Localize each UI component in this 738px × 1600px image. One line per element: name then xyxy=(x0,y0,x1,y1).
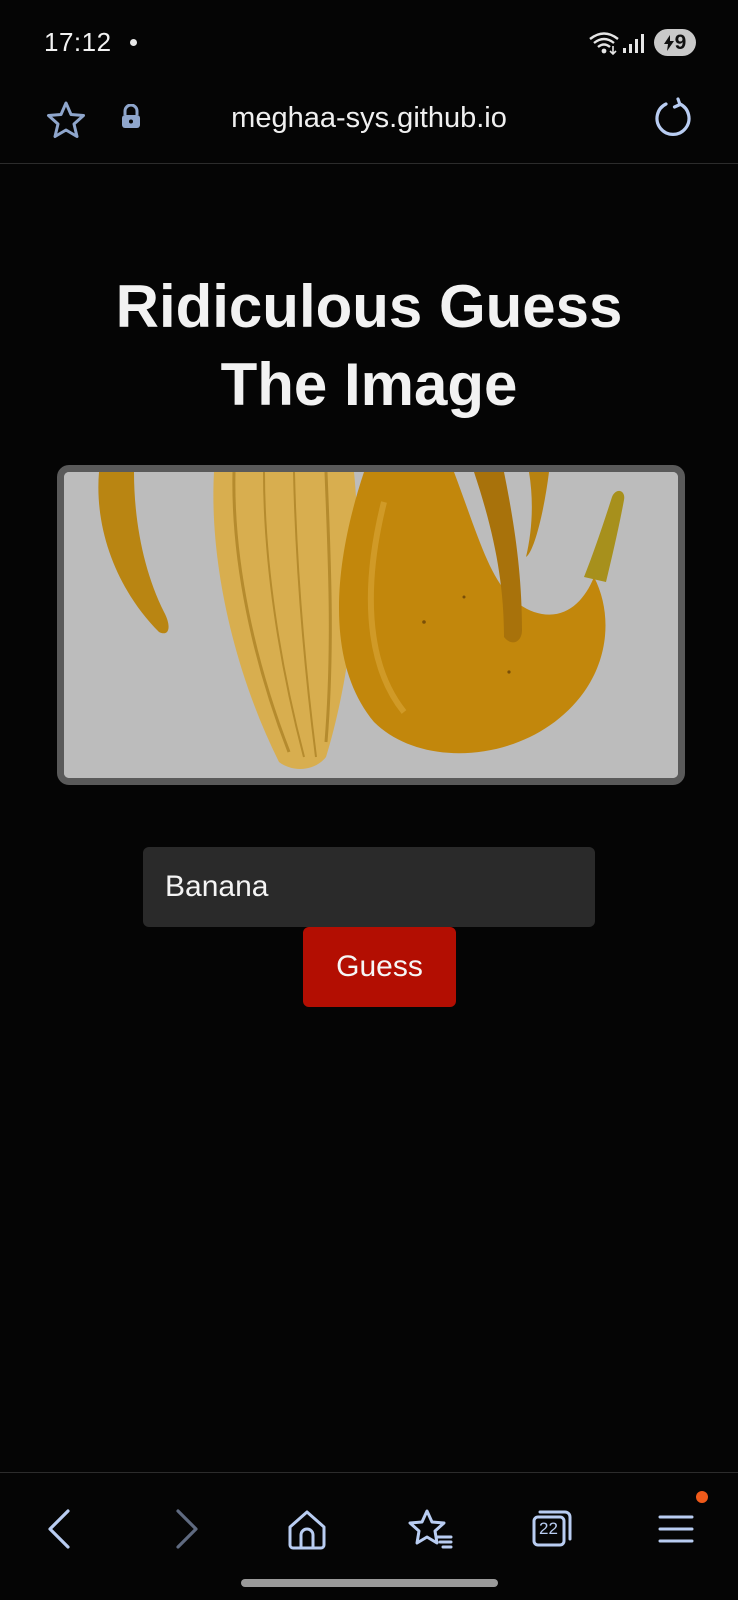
wifi-icon xyxy=(588,30,620,61)
home-icon[interactable] xyxy=(277,1499,337,1559)
page-title: Ridiculous Guess The Image xyxy=(0,268,738,424)
menu-notification-badge xyxy=(696,1491,708,1503)
banana-image xyxy=(64,472,678,778)
page-title-line1: Ridiculous Guess xyxy=(115,273,623,340)
status-time: 17:12 xyxy=(44,27,112,57)
tabs-count: 22 xyxy=(539,1519,558,1538)
reload-icon[interactable] xyxy=(652,97,694,144)
browser-toolbar: meghaa-sys.github.io xyxy=(0,86,738,164)
battery-level: 9 xyxy=(674,30,687,54)
guess-button[interactable]: Guess xyxy=(303,927,456,1007)
status-bar: 17:12 9 xyxy=(0,0,738,86)
guess-image xyxy=(57,465,685,785)
bookmarks-icon[interactable] xyxy=(401,1499,461,1559)
signal-icon xyxy=(622,32,646,59)
battery-charging-icon: 9 xyxy=(654,29,696,56)
url-text[interactable]: meghaa-sys.github.io xyxy=(0,102,738,135)
back-icon[interactable] xyxy=(30,1499,90,1559)
guess-input[interactable] xyxy=(143,847,595,927)
notification-dot-icon xyxy=(130,39,137,46)
page-title-line2: The Image xyxy=(220,351,518,418)
menu-icon[interactable] xyxy=(646,1499,706,1559)
forward-icon[interactable] xyxy=(156,1499,216,1559)
tabs-icon[interactable]: 22 xyxy=(522,1499,582,1559)
home-indicator[interactable] xyxy=(241,1579,498,1587)
